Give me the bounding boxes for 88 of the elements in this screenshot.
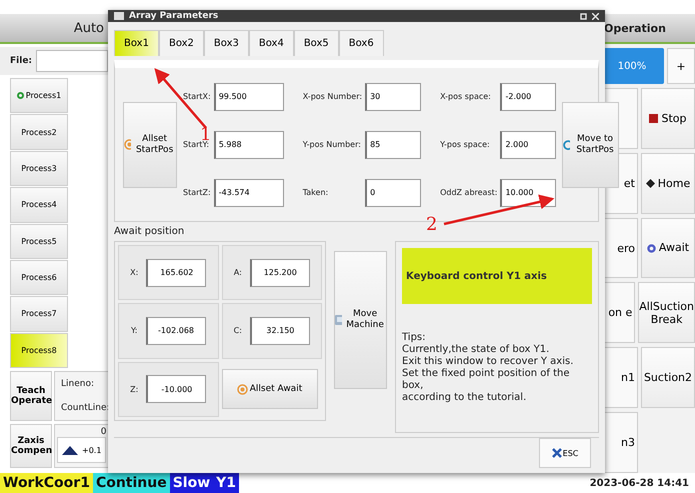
- axis-label: A:: [234, 268, 242, 278]
- annotation-number: 2: [426, 216, 438, 234]
- status-segment: WorkCoor1: [0, 473, 93, 493]
- box-tab[interactable]: Box5: [294, 30, 339, 56]
- field-label: StartX:: [183, 92, 211, 101]
- process-button[interactable]: Process2: [10, 114, 68, 150]
- tips-line: Exit this window to recover Y axis.: [402, 356, 574, 368]
- file-field[interactable]: [36, 50, 108, 72]
- input-field[interactable]: 165.602: [146, 258, 206, 287]
- stop-icon: [649, 114, 658, 123]
- input-field[interactable]: 30: [365, 82, 422, 110]
- allset-startpos-button[interactable]: Allset StartPos: [123, 102, 177, 188]
- file-label: File:: [10, 56, 32, 66]
- input-field[interactable]: 10.000: [500, 178, 556, 206]
- axis-label: C:: [234, 326, 242, 336]
- process-button[interactable]: Process6: [10, 260, 68, 296]
- status-segment: Slow: [170, 473, 214, 493]
- input-field[interactable]: -2.000: [500, 82, 556, 110]
- process-button[interactable]: Process5: [10, 224, 68, 259]
- operation-button[interactable]: Suction2: [641, 347, 695, 408]
- esc-button[interactable]: ESC: [539, 438, 591, 468]
- field-label: X-pos space:: [440, 92, 492, 101]
- input-field[interactable]: 85: [365, 130, 422, 158]
- field-label: Taken:: [302, 188, 330, 197]
- status-segment: Y1: [213, 473, 240, 493]
- operation-button[interactable]: AllSuction Break: [638, 282, 695, 344]
- target-icon: [236, 384, 248, 395]
- axis-label: Y:: [130, 326, 138, 336]
- field-label: X-pos Number:: [302, 92, 362, 101]
- box-tab[interactable]: Box1: [114, 30, 159, 56]
- operation-button[interactable]: Await: [641, 218, 695, 278]
- process-button[interactable]: Process4: [10, 187, 68, 222]
- tips-line: Tips:: [402, 332, 427, 344]
- field-label: Y-pos Number:: [302, 140, 362, 149]
- field-label: OddZ abreast:: [440, 188, 498, 197]
- process-button[interactable]: Process7: [10, 296, 68, 332]
- close-icon[interactable]: [592, 12, 599, 20]
- teach-operate-button[interactable]: Teach Operate: [10, 371, 52, 421]
- zaxis-value: 0: [100, 427, 106, 437]
- tips-line: Currently,the state of box Y1.: [402, 344, 550, 356]
- box-tab[interactable]: Box3: [204, 30, 249, 56]
- datetime: 2023-06-28 14:41: [590, 476, 690, 490]
- box-tab[interactable]: Box4: [248, 30, 294, 56]
- input-field[interactable]: 5.988: [214, 130, 284, 158]
- input-field[interactable]: -43.574: [214, 178, 284, 206]
- operation-header: Operation: [604, 22, 666, 34]
- close-icon: [552, 448, 562, 458]
- diamond-icon: [646, 178, 655, 188]
- target-icon: [124, 139, 132, 150]
- process-button[interactable]: Process1: [10, 78, 68, 114]
- zaxis-compen-button[interactable]: Zaxis Compen: [10, 424, 52, 468]
- tips-line: according to the tutorial.: [402, 392, 528, 404]
- status-segment: Continue: [92, 473, 170, 493]
- operation-button[interactable]: Stop: [641, 88, 695, 149]
- field-label: StartZ:: [183, 188, 211, 197]
- box-tab[interactable]: Box2: [158, 30, 204, 56]
- move-machine-button[interactable]: Move Machine: [334, 251, 387, 389]
- axis-label: Z:: [130, 384, 138, 394]
- input-field[interactable]: -102.068: [146, 316, 206, 345]
- maximize-icon[interactable]: [580, 12, 587, 20]
- input-field[interactable]: -10.000: [146, 375, 206, 404]
- window-icon: [114, 12, 124, 20]
- move-to-startpos-button[interactable]: Move to StartPos: [562, 102, 620, 188]
- lineno-label: Lineno:: [61, 379, 95, 389]
- box-tab[interactable]: Box6: [338, 30, 384, 56]
- process-button[interactable]: Process3: [10, 150, 68, 186]
- input-field[interactable]: 0: [365, 178, 422, 206]
- ring-icon: [646, 244, 656, 253]
- await-position-title: Await position: [114, 226, 186, 237]
- dialog-title: Array Parameters: [129, 11, 218, 21]
- axis-label: X:: [130, 268, 138, 278]
- operation-button[interactable]: Home: [641, 152, 695, 214]
- running-ring-icon: [16, 92, 24, 100]
- input-field[interactable]: 2.000: [500, 130, 556, 158]
- process-button[interactable]: Process8: [10, 332, 68, 368]
- zaxis-step-button[interactable]: +0.1: [57, 437, 106, 463]
- refresh-icon: [563, 140, 570, 150]
- machine-icon: [335, 315, 342, 325]
- input-field[interactable]: 125.200: [250, 258, 310, 287]
- mode-header: Auto: [74, 20, 104, 36]
- countline-label: CountLine:: [61, 403, 110, 413]
- allset-await-button[interactable]: Allset Await: [222, 369, 318, 410]
- field-label: Y-pos space:: [440, 140, 491, 149]
- input-field[interactable]: 32.150: [250, 316, 310, 345]
- input-field[interactable]: 99.500: [214, 82, 284, 110]
- keyboard-control-banner: Keyboard control Y1 axis: [402, 248, 592, 304]
- plus-button[interactable]: +: [667, 48, 695, 84]
- triangle-icon: [62, 446, 78, 454]
